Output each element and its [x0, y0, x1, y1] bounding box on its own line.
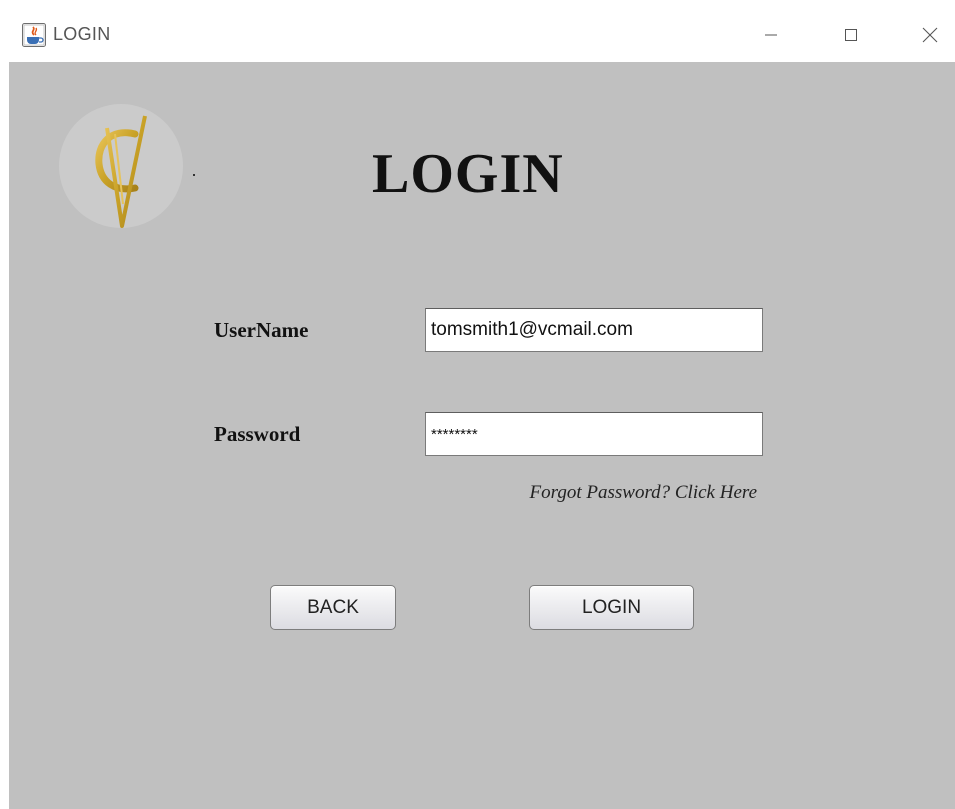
java-app-icon	[22, 23, 46, 47]
password-field[interactable]: ********	[425, 412, 763, 456]
window-title: LOGIN	[53, 24, 111, 44]
password-label: Password	[214, 422, 301, 446]
username-label: UserName	[214, 318, 309, 342]
username-field[interactable]: tomsmith1@vcmail.com	[425, 308, 763, 352]
vc-logo-icon	[59, 104, 184, 229]
forgot-password-link[interactable]: Forgot Password? Click Here	[530, 482, 757, 504]
close-icon	[922, 27, 938, 43]
password-value: ********	[431, 425, 478, 443]
login-window: LOGIN LOGIN UserName tomsmith1@vcmail.co…	[0, 0, 955, 809]
maximize-button[interactable]	[828, 18, 874, 52]
title-bar[interactable]: LOGIN	[0, 0, 955, 62]
username-value: tomsmith1@vcmail.com	[431, 319, 633, 340]
login-button[interactable]: LOGIN	[529, 585, 694, 630]
maximize-icon	[845, 29, 857, 41]
back-button[interactable]: BACK	[270, 585, 396, 630]
minimize-button[interactable]	[748, 18, 794, 52]
close-button[interactable]	[907, 18, 953, 52]
minimize-icon	[765, 34, 777, 36]
page-title: LOGIN	[372, 143, 564, 205]
login-panel: LOGIN UserName tomsmith1@vcmail.com Pass…	[9, 62, 955, 809]
stray-dot	[193, 174, 195, 176]
